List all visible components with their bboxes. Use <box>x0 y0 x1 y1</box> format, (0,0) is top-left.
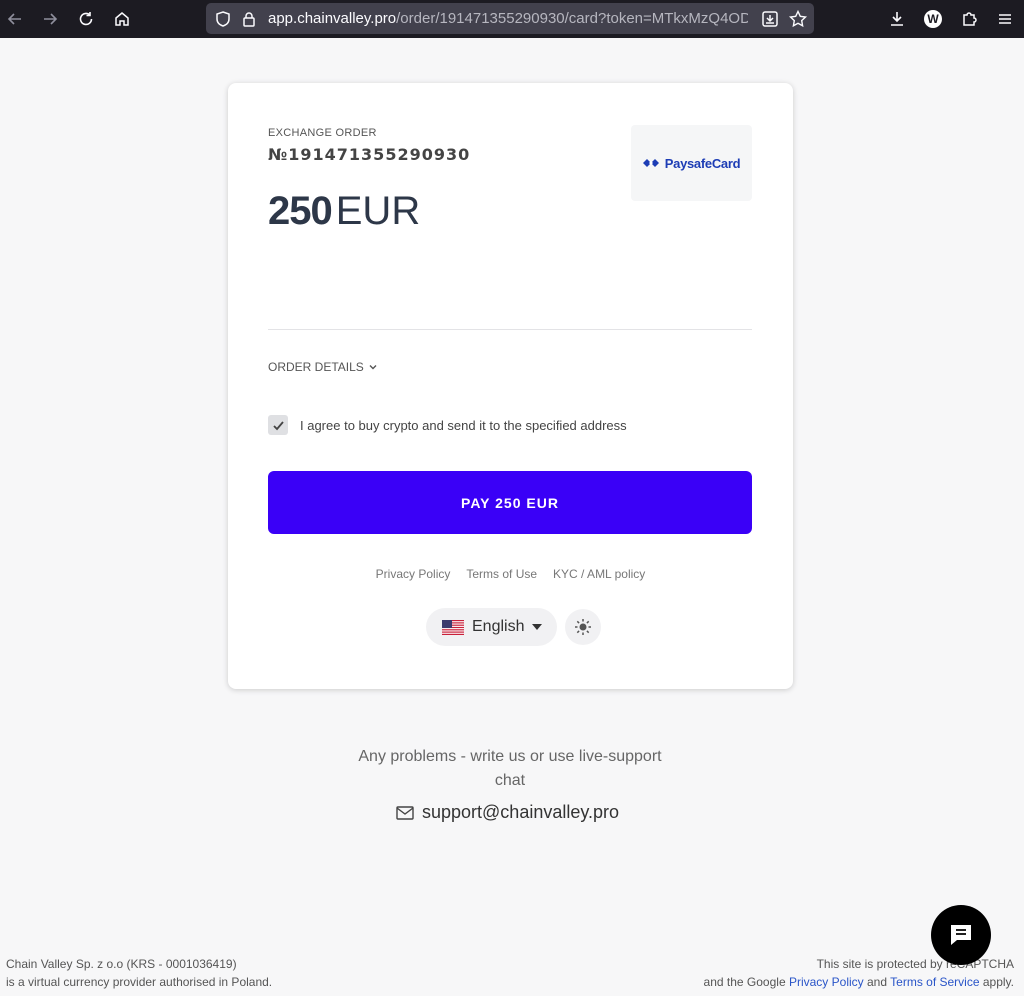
company-line-1: Chain Valley Sp. z o.o (KRS - 0001036419… <box>6 957 237 971</box>
google-privacy-link[interactable]: Privacy Policy <box>789 975 864 989</box>
paysafecard-logo-icon <box>642 159 659 167</box>
bookmark-star-icon[interactable] <box>788 9 808 29</box>
payment-method-badge: PaysafeCard <box>631 125 752 201</box>
account-button[interactable]: W <box>921 7 945 31</box>
forward-button[interactable] <box>38 7 62 31</box>
company-line-2: is a virtual currency provider authorise… <box>6 975 273 989</box>
us-flag-icon <box>442 619 464 635</box>
order-details-label: ORDER DETAILS <box>268 360 364 374</box>
account-avatar-icon: W <box>924 10 942 28</box>
envelope-icon <box>396 805 414 820</box>
terms-of-use-link[interactable]: Terms of Use <box>466 567 537 581</box>
shield-icon[interactable] <box>214 10 232 28</box>
menu-button[interactable] <box>993 7 1017 31</box>
policy-links: Privacy Policy Terms of Use KYC / AML po… <box>228 567 793 581</box>
home-button[interactable] <box>110 7 134 31</box>
pay-button[interactable]: PAY 250 EUR <box>268 471 752 534</box>
payment-card: EXCHANGE ORDER №191471355290930 250 EUR P… <box>228 83 793 689</box>
live-chat-button[interactable] <box>931 905 991 965</box>
page-download-icon[interactable] <box>760 9 780 29</box>
url-text[interactable]: app.chainvalley.pro/order/19147135529093… <box>268 10 748 27</box>
chevron-down-icon <box>369 365 377 370</box>
amount-currency: EUR <box>335 189 421 233</box>
chat-icon <box>951 925 971 945</box>
support-email: support@chainvalley.pro <box>422 802 620 822</box>
order-label: EXCHANGE ORDER <box>268 127 377 139</box>
kyc-aml-policy-link[interactable]: KYC / AML policy <box>553 567 645 581</box>
google-terms-link[interactable]: Terms of Service <box>890 975 979 989</box>
order-number: №191471355290930 <box>268 145 471 164</box>
download-icon <box>891 12 903 26</box>
caret-down-icon <box>532 624 543 630</box>
lock-icon[interactable] <box>240 10 258 28</box>
agree-label[interactable]: I agree to buy crypto and send it to the… <box>300 418 627 433</box>
checkmark-icon <box>272 420 284 430</box>
privacy-policy-link[interactable]: Privacy Policy <box>376 567 451 581</box>
recaptcha-line-2: and the Google Privacy Policy and Terms … <box>704 973 1014 991</box>
address-bar[interactable]: app.chainvalley.pro/order/19147135529093… <box>206 3 814 34</box>
agree-row: I agree to buy crypto and send it to the… <box>268 415 627 435</box>
divider <box>268 329 752 330</box>
agree-checkbox[interactable] <box>268 415 288 435</box>
language-label: English <box>472 618 525 635</box>
recaptcha-suffix: apply. <box>982 975 1014 989</box>
downloads-button[interactable] <box>885 7 909 31</box>
theme-toggle[interactable] <box>565 609 601 645</box>
extensions-button[interactable] <box>957 7 981 31</box>
order-amount: 250 EUR <box>268 187 420 235</box>
company-info: Chain Valley Sp. z o.o (KRS - 0001036419… <box>6 955 272 991</box>
recaptcha-and: and <box>867 975 888 989</box>
arrow-left-icon <box>7 13 21 25</box>
support-text: Any problems - write us or use live-supp… <box>358 748 662 789</box>
support-email-link[interactable]: support@chainvalley.pro <box>396 802 619 823</box>
hamburger-icon <box>999 14 1011 24</box>
reload-button[interactable] <box>74 7 98 31</box>
language-selector[interactable]: English <box>426 608 557 646</box>
arrow-right-icon <box>44 13 58 25</box>
reload-icon <box>79 12 93 26</box>
url-host: app.chainvalley.pro <box>268 10 397 27</box>
order-details-toggle[interactable]: ORDER DETAILS <box>268 360 378 374</box>
puzzle-icon <box>963 12 977 26</box>
sun-icon <box>575 619 591 635</box>
amount-value: 250 <box>268 189 333 233</box>
back-button[interactable] <box>3 7 27 31</box>
browser-toolbar: app.chainvalley.pro/order/19147135529093… <box>0 0 1024 38</box>
url-path: /order/191471355290930/card?token=MTkxMz… <box>396 10 748 27</box>
home-icon <box>115 12 129 26</box>
payment-method-name: PaysafeCard <box>664 155 741 171</box>
recaptcha-prefix: and the Google <box>703 975 786 989</box>
